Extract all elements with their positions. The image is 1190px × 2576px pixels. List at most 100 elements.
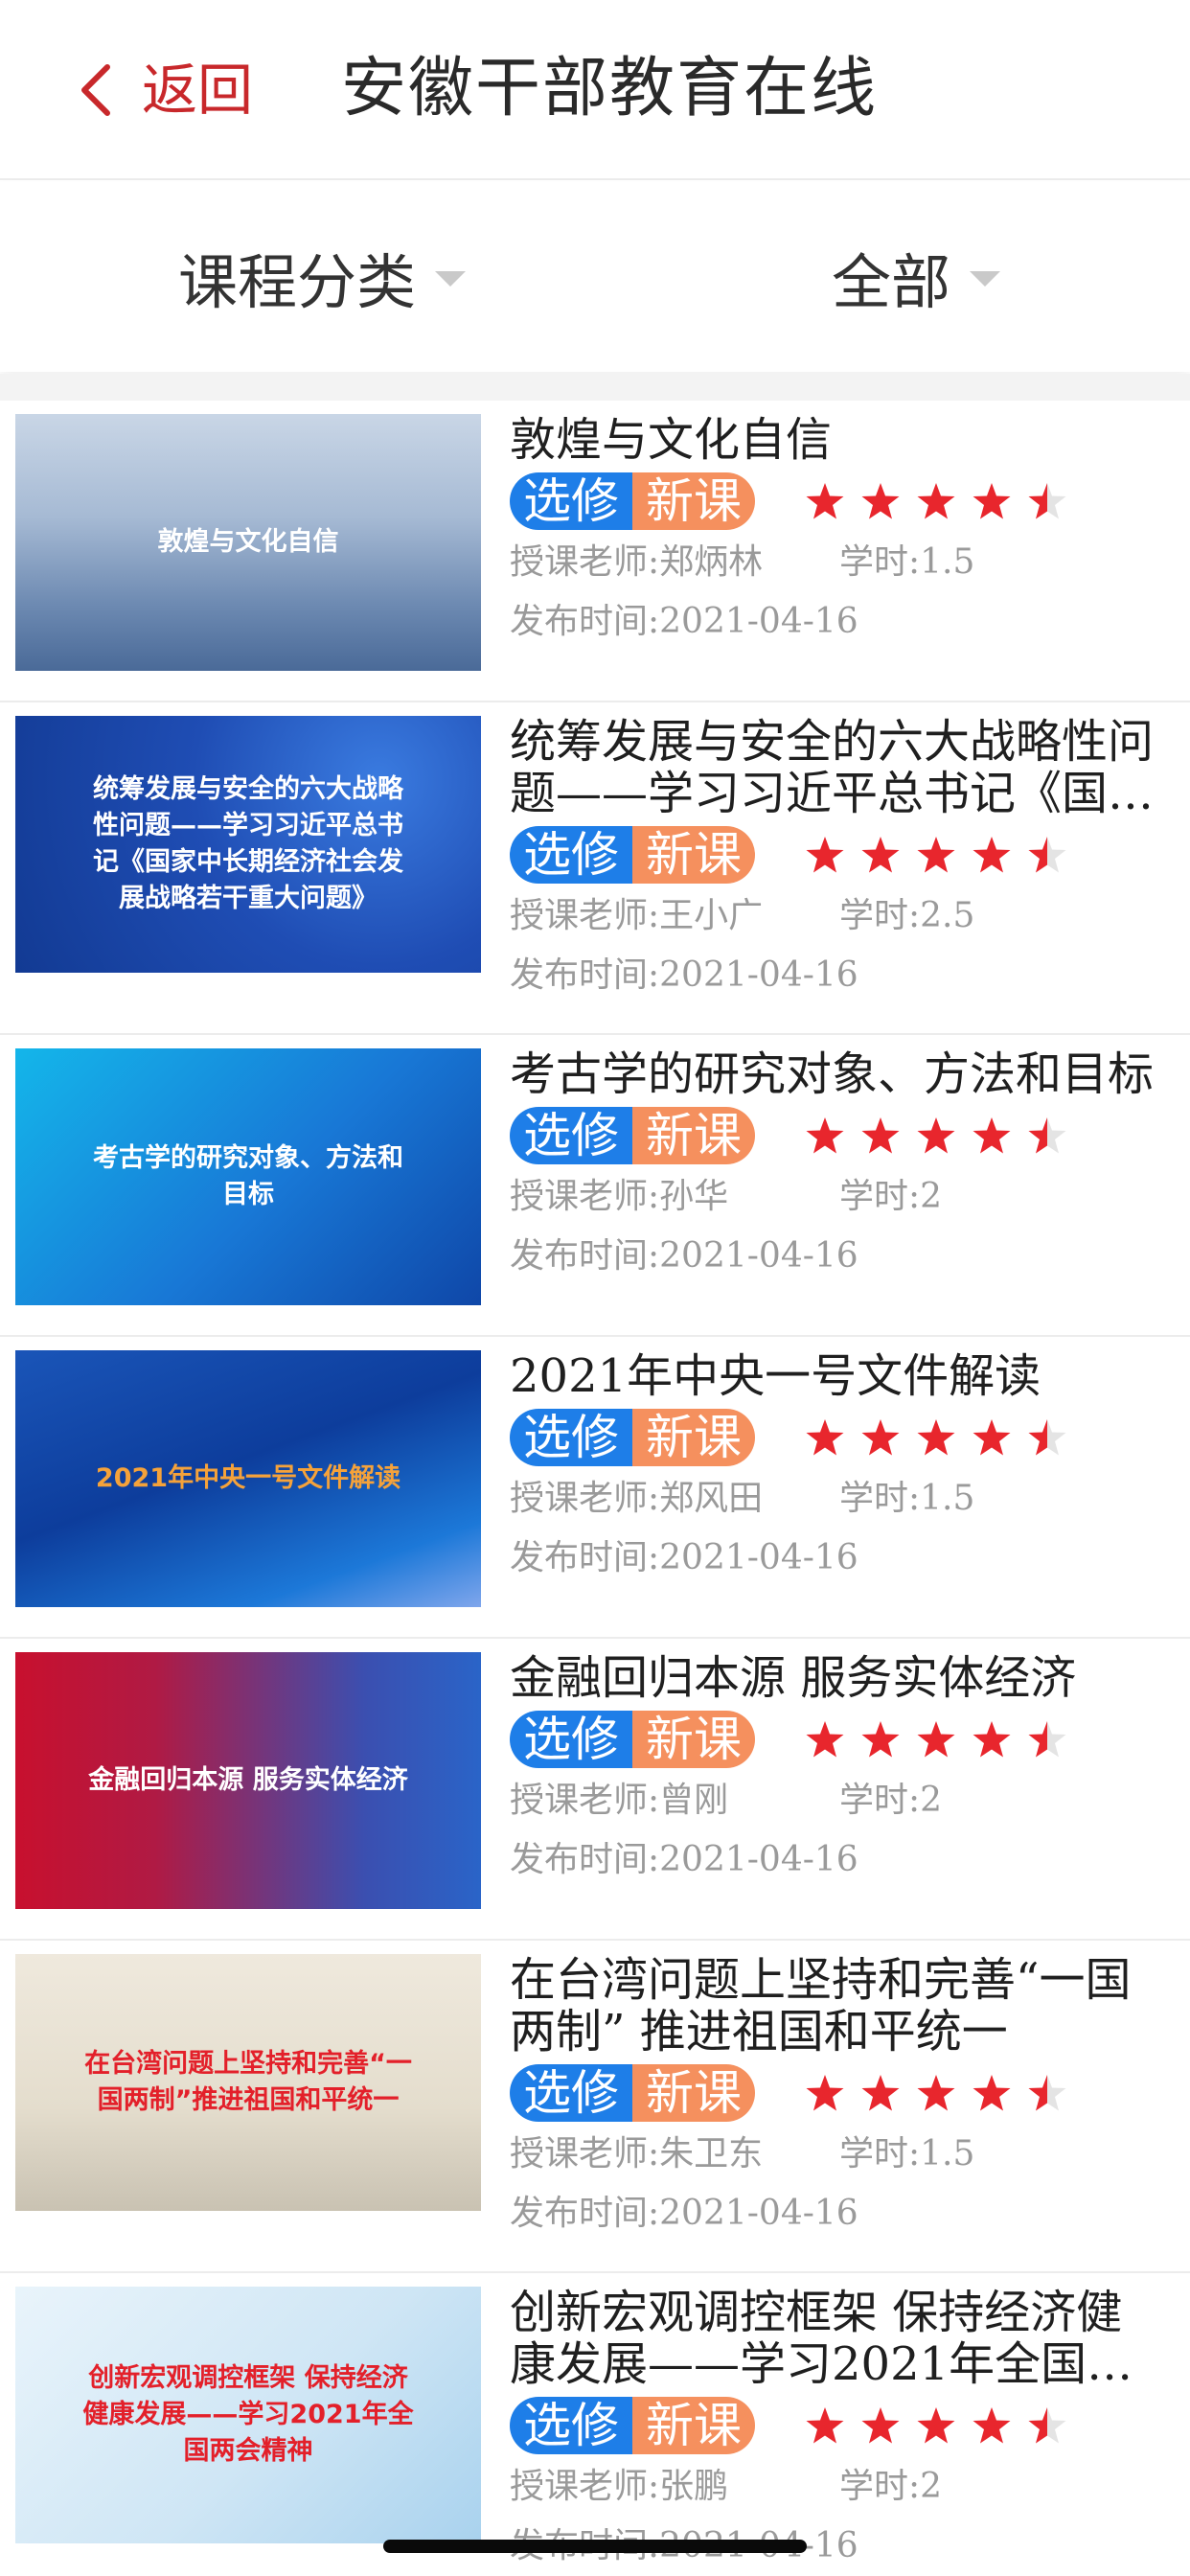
thumbnail-caption: 敦煌与文化自信 [157, 527, 339, 557]
thumbnail-caption: 金融回归本源 服务实体经济 [88, 1765, 408, 1795]
rating-stars [805, 1116, 1083, 1155]
course-thumbnail: 敦煌与文化自信 [15, 414, 481, 671]
course-item[interactable]: 2021年中央一号文件解读 2021年中央一号文件解读 选修 新课 授课老师:郑… [0, 1337, 1190, 1639]
course-thumbnail: 统筹发展与安全的六大战略性问题——学习习近平总书记《国家中长期经济社会发展战略若… [15, 716, 481, 973]
star-full-icon [806, 1419, 844, 1456]
course-item[interactable]: 考古学的研究对象、方法和目标 考古学的研究对象、方法和目标 选修 新课 授课老师… [0, 1035, 1190, 1337]
star-full-icon [917, 1117, 955, 1154]
course-list[interactable]: 敦煌与文化自信 敦煌与文化自信 选修 新课 授课老师:郑炳林 学时:1.5 发布… [0, 401, 1190, 2576]
course-teacher: 授课老师:朱卫东 [510, 2134, 764, 2174]
star-full-icon [861, 1721, 900, 1758]
star-full-icon [973, 1117, 1011, 1154]
elective-badge: 选修 [510, 1107, 632, 1164]
star-full-icon [917, 1419, 955, 1456]
rating-stars [805, 482, 1083, 520]
star-full-icon [806, 837, 844, 873]
back-button[interactable]: 返回 [75, 50, 253, 130]
course-thumbnail: 金融回归本源 服务实体经济 [15, 1652, 481, 1909]
caret-down-icon [970, 271, 1001, 287]
course-teacher: 授课老师:郑风田 [510, 1479, 764, 1518]
nav-bar: 返回 安徽干部教育在线 [0, 0, 1190, 180]
course-hours: 学时:2 [839, 1781, 943, 1820]
rating-stars [805, 1720, 1083, 1759]
course-item[interactable]: 统筹发展与安全的六大战略性问题——学习习近平总书记《国家中长期经济社会发展战略若… [0, 702, 1190, 1035]
thumbnail-caption: 考古学的研究对象、方法和目标 [93, 1143, 403, 1209]
star-full-icon [973, 2075, 1011, 2111]
course-teacher: 授课老师:曾刚 [510, 1781, 729, 1820]
elective-badge: 选修 [510, 472, 632, 530]
course-title: 统筹发展与安全的六大战略性问题——学习习近平总书记《国… [510, 716, 1155, 819]
home-indicator[interactable] [383, 2540, 807, 2553]
course-hours: 学时:2 [839, 2467, 943, 2506]
new-course-badge: 新课 [632, 2064, 755, 2122]
category-filter-dropdown[interactable]: 课程分类 [178, 182, 467, 372]
rating-stars [805, 836, 1083, 874]
star-full-icon [806, 1117, 844, 1154]
course-title: 在台湾问题上坚持和完善“一国两制” 推进祖国和平统一 [510, 1954, 1132, 2058]
star-full-icon [861, 837, 900, 873]
course-item[interactable]: 创新宏观调控框架 保持经济健康发展——学习2021年全国两会精神 创新宏观调控框… [0, 2273, 1190, 2576]
thumbnail-caption: 2021年中央一号文件解读 [95, 1463, 401, 1493]
star-full-icon [917, 1721, 955, 1758]
course-publish-date: 发布时间:2021-04-16 [510, 1236, 858, 1276]
course-hours: 学时:2 [839, 1177, 943, 1216]
new-course-badge: 新课 [632, 1409, 755, 1466]
course-hours: 学时:2.5 [839, 896, 975, 935]
elective-badge: 选修 [510, 1711, 632, 1768]
course-hours: 学时:1.5 [839, 542, 975, 582]
star-full-icon [806, 1721, 844, 1758]
star-full-icon [917, 2075, 955, 2111]
thumbnail-caption: 在台湾问题上坚持和完善“一国两制”推进祖国和平统一 [84, 2049, 412, 2115]
star-full-icon [917, 837, 955, 873]
star-full-icon [861, 2075, 900, 2111]
elective-badge: 选修 [510, 2064, 632, 2122]
course-teacher: 授课老师:郑炳林 [510, 542, 764, 582]
star-half-icon [1028, 483, 1066, 519]
course-title: 2021年中央一号文件解读 [510, 1350, 1041, 1402]
course-title: 考古学的研究对象、方法和目标 [510, 1048, 1155, 1100]
star-half-icon [1028, 837, 1066, 873]
elective-badge: 选修 [510, 826, 632, 884]
course-title: 创新宏观调控框架 保持经济健康发展——学习2021年全国… [510, 2287, 1133, 2390]
star-half-icon [1028, 2407, 1066, 2444]
course-item[interactable]: 在台湾问题上坚持和完善“一国两制”推进祖国和平统一 在台湾问题上坚持和完善“一国… [0, 1941, 1190, 2273]
course-item[interactable]: 敦煌与文化自信 敦煌与文化自信 选修 新课 授课老师:郑炳林 学时:1.5 发布… [0, 401, 1190, 702]
course-publish-date: 发布时间:2021-04-16 [510, 955, 858, 995]
thumbnail-caption: 统筹发展与安全的六大战略性问题——学习习近平总书记《国家中长期经济社会发展战略若… [93, 774, 403, 913]
new-course-badge: 新课 [632, 1711, 755, 1768]
course-publish-date: 发布时间:2021-04-16 [510, 1538, 858, 1577]
new-course-badge: 新课 [632, 1107, 755, 1164]
star-full-icon [806, 2407, 844, 2444]
course-teacher: 授课老师:王小广 [510, 896, 764, 935]
course-teacher: 授课老师:张鹏 [510, 2467, 729, 2506]
star-full-icon [973, 1419, 1011, 1456]
elective-badge: 选修 [510, 2397, 632, 2454]
rating-stars [805, 2074, 1083, 2112]
star-full-icon [806, 483, 844, 519]
back-label: 返回 [142, 58, 254, 123]
course-hours: 学时:1.5 [839, 1479, 975, 1518]
course-item[interactable]: 金融回归本源 服务实体经济 金融回归本源 服务实体经济 选修 新课 授课老师:曾… [0, 1639, 1190, 1941]
new-course-badge: 新课 [632, 472, 755, 530]
caret-down-icon [435, 271, 467, 287]
star-full-icon [861, 1419, 900, 1456]
page-title: 安徽干部教育在线 [341, 51, 879, 126]
star-half-icon [1028, 1419, 1066, 1456]
course-publish-date: 发布时间:2021-04-16 [510, 1840, 858, 1879]
course-publish-date: 发布时间:2021-04-16 [510, 602, 858, 641]
star-full-icon [806, 2075, 844, 2111]
star-full-icon [861, 483, 900, 519]
course-title: 敦煌与文化自信 [510, 414, 833, 466]
course-thumbnail: 考古学的研究对象、方法和目标 [15, 1048, 481, 1305]
scope-filter-dropdown[interactable]: 全部 [832, 182, 1001, 372]
star-full-icon [973, 2407, 1011, 2444]
course-teacher: 授课老师:孙华 [510, 1177, 729, 1216]
star-full-icon [861, 1117, 900, 1154]
course-thumbnail: 创新宏观调控框架 保持经济健康发展——学习2021年全国两会精神 [15, 2287, 481, 2543]
star-full-icon [973, 483, 1011, 519]
category-filter-label: 课程分类 [178, 247, 417, 317]
chevron-left-icon [81, 64, 110, 116]
star-full-icon [973, 837, 1011, 873]
star-full-icon [973, 1721, 1011, 1758]
course-thumbnail: 在台湾问题上坚持和完善“一国两制”推进祖国和平统一 [15, 1954, 481, 2211]
